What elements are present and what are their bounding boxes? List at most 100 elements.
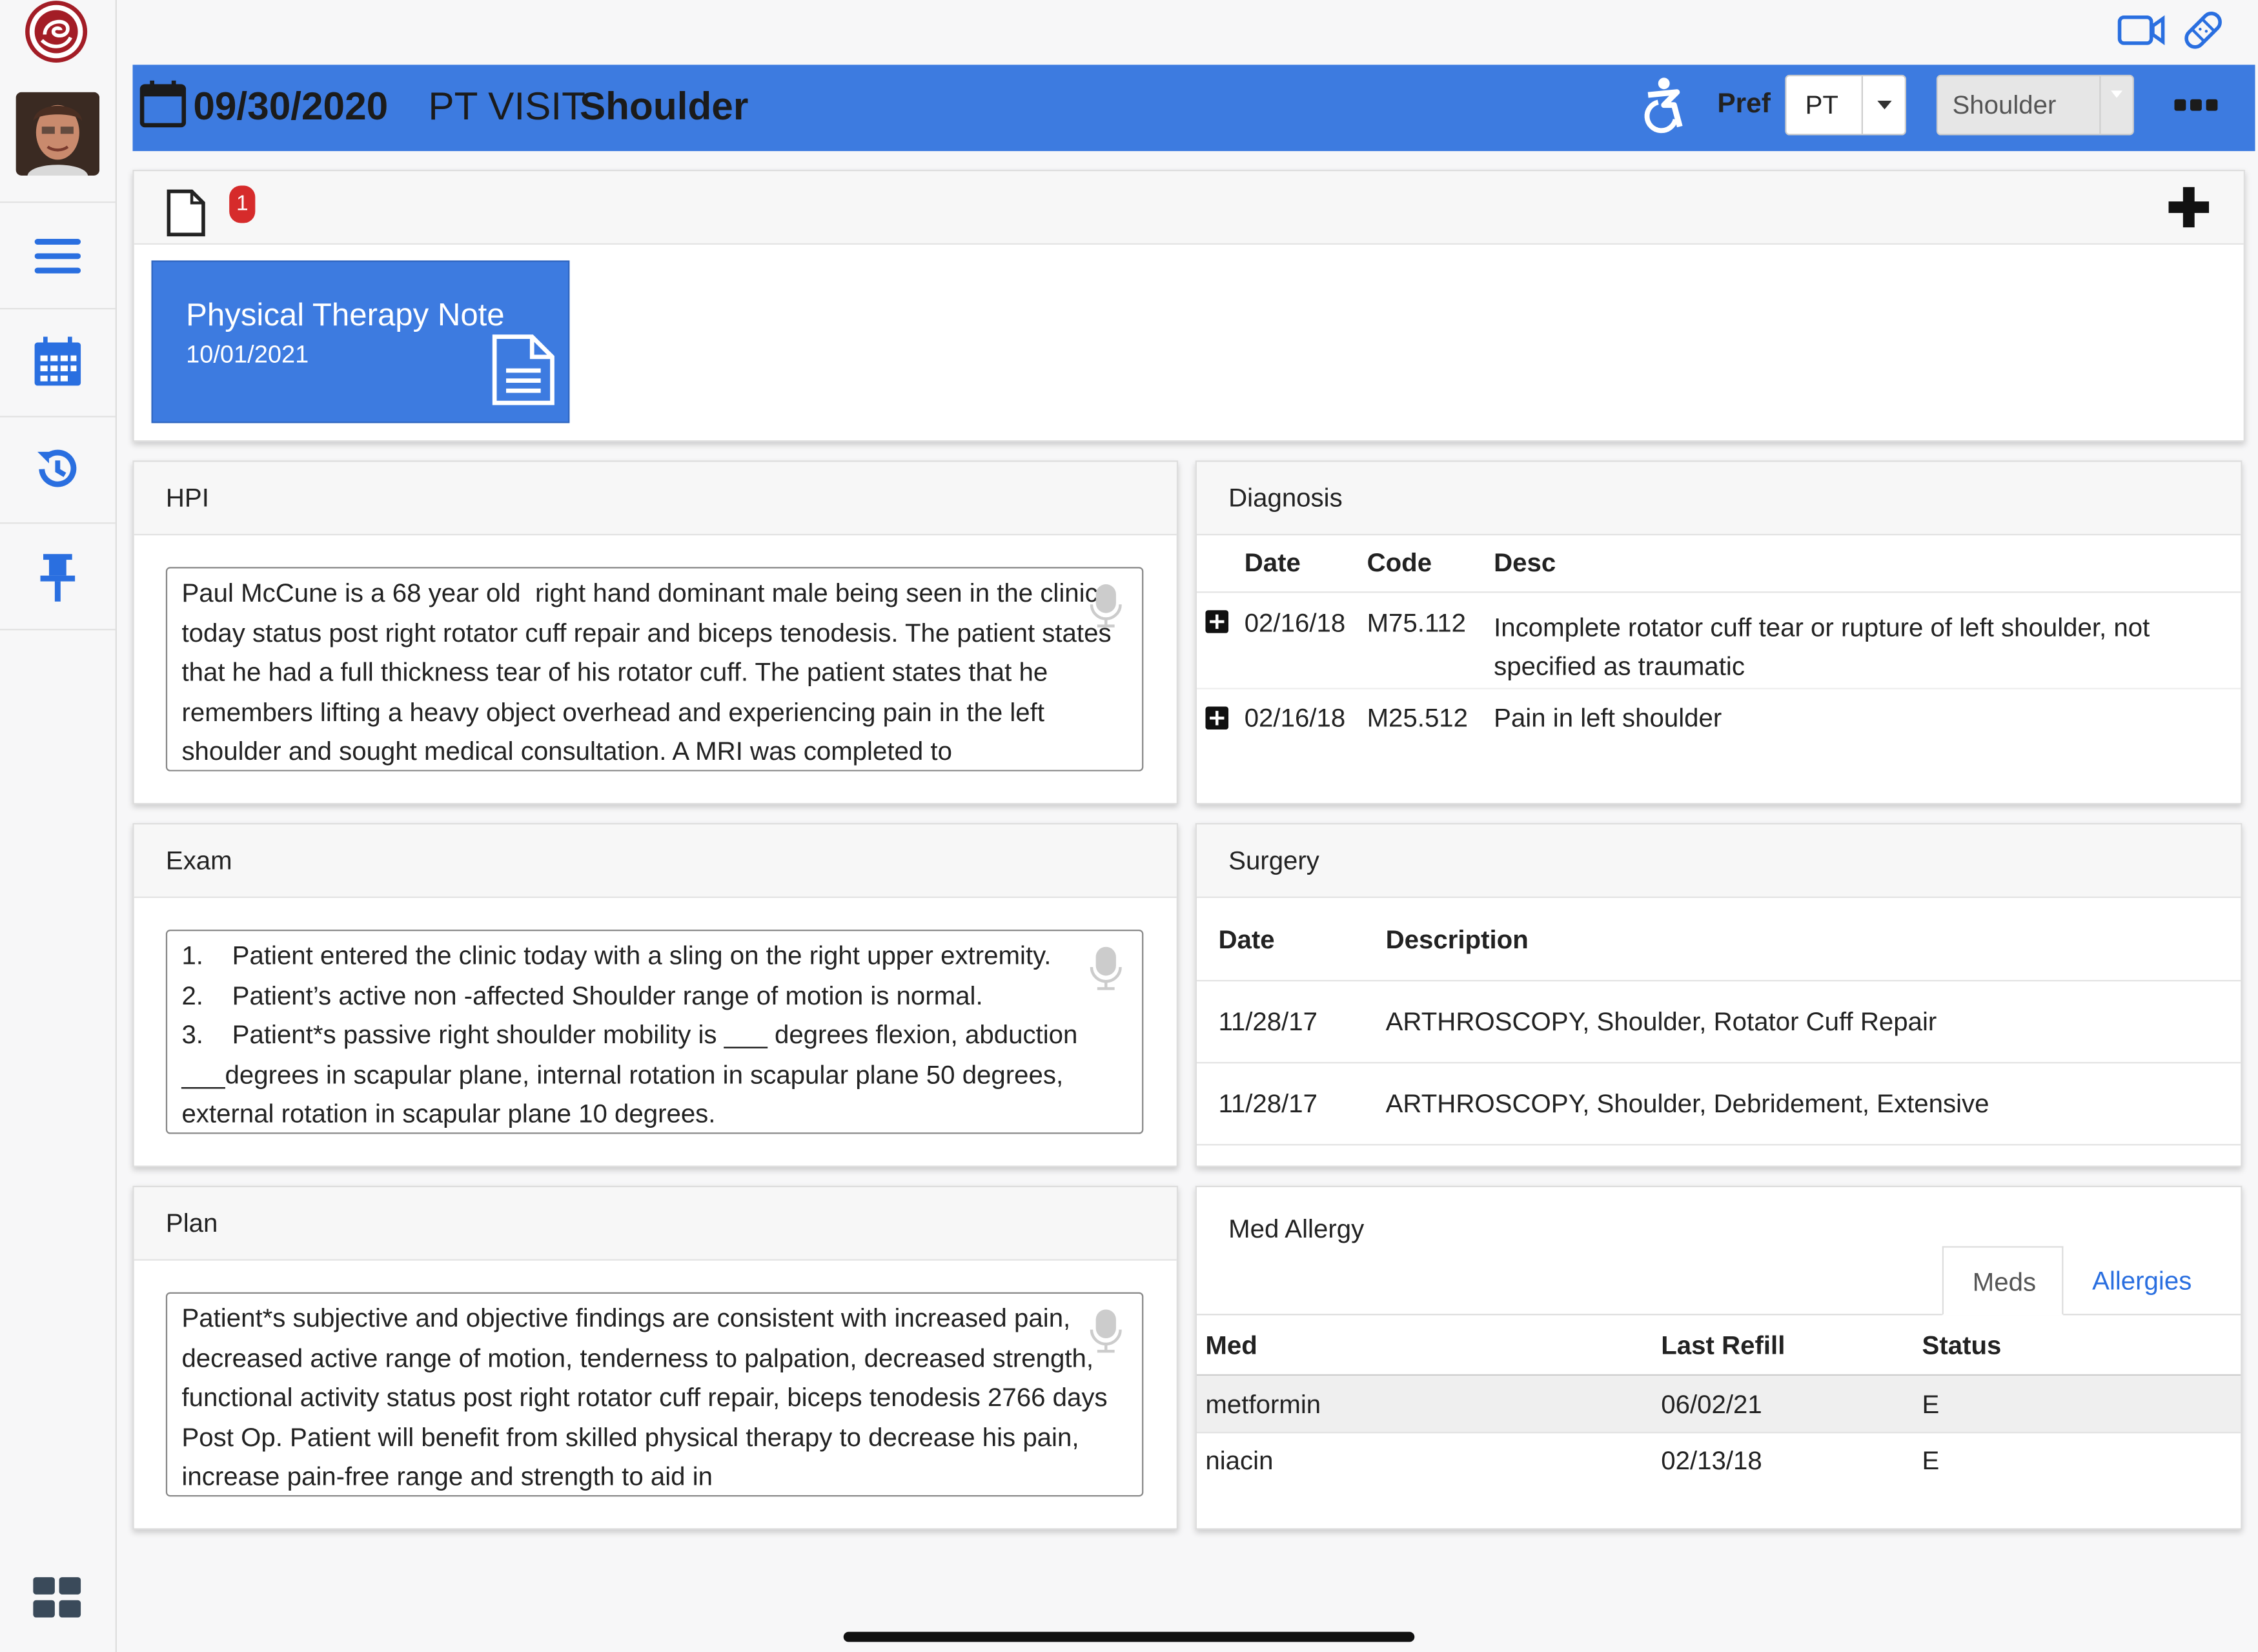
- tab-allergies[interactable]: Allergies: [2069, 1246, 2228, 1314]
- history-icon[interactable]: [29, 440, 86, 498]
- med-last-refill: 06/02/21: [1661, 1390, 1762, 1419]
- med-name: metformin: [1205, 1390, 1321, 1419]
- chevron-down-icon[interactable]: [2111, 90, 2123, 98]
- panel-header: Surgery: [1196, 824, 2241, 898]
- sidebar: [0, 0, 117, 1652]
- tab-meds[interactable]: Meds: [1942, 1246, 2064, 1316]
- pref-select-value: PT: [1805, 90, 1839, 120]
- note-card-title: Physical Therapy Note: [186, 296, 505, 332]
- menu-icon[interactable]: [29, 227, 86, 285]
- calendar-icon[interactable]: [29, 332, 86, 390]
- surgery-panel: Surgery Date Description 11/28/17 ARTHRO…: [1195, 823, 2243, 1167]
- column-header: Desc: [1494, 548, 1556, 577]
- med-allergy-panel: Med Allergy Meds Allergies Med Last Refi…: [1195, 1185, 2243, 1530]
- note-card-date: 10/01/2021: [186, 341, 309, 369]
- column-header: Date: [1244, 548, 1301, 577]
- add-icon[interactable]: [2167, 186, 2210, 236]
- visit-header: 09/30/2020 PT VISIT Shoulder Pref PT Sho…: [132, 65, 2255, 152]
- column-header: Code: [1367, 548, 1432, 577]
- panel-title: Surgery: [1228, 846, 1319, 875]
- panel-title: Plan: [165, 1208, 218, 1238]
- app-root: 09/30/2020 PT VISIT Shoulder Pref PT Sho…: [0, 0, 2258, 1652]
- table-row[interactable]: niacin 02/13/18 E: [1197, 1433, 2241, 1489]
- sidebar-divider: [0, 416, 116, 418]
- bandage-icon[interactable]: [2180, 8, 2229, 52]
- table-row[interactable]: 02/16/18 M25.512 Pain in left shoulder: [1197, 689, 2241, 747]
- column-header: Date: [1218, 925, 1275, 954]
- med-last-refill: 02/13/18: [1661, 1446, 1762, 1475]
- exam-text-area[interactable]: 1. Patient entered the clinic today with…: [165, 929, 1144, 1134]
- exam-panel: Exam 1. Patient entered the clinic today…: [132, 823, 1178, 1167]
- surgery-date: 11/28/17: [1218, 1089, 1318, 1119]
- plan-text-area[interactable]: Patient*s subjective and objective findi…: [165, 1292, 1144, 1497]
- avatar[interactable]: [15, 92, 100, 176]
- diagnosis-table-header: Date Code Desc: [1196, 534, 2241, 593]
- table-row[interactable]: 11/28/17 ARTHROSCOPY, Shoulder, Debridem…: [1196, 1063, 2241, 1146]
- column-header: Status: [1922, 1331, 2002, 1360]
- panel-header: Plan: [134, 1187, 1177, 1261]
- column-header: Last Refill: [1661, 1331, 1785, 1360]
- more-options-icon[interactable]: [2174, 94, 2218, 119]
- surgery-description: ARTHROSCOPY, Shoulder, Rotator Cuff Repa…: [1385, 1007, 1937, 1036]
- accessibility-icon[interactable]: [1640, 76, 1689, 141]
- sidebar-divider: [0, 522, 116, 524]
- table-row[interactable]: 02/16/18 M75.112 Incomplete rotator cuff…: [1196, 593, 2241, 689]
- pref-label: Pref: [1717, 89, 1771, 120]
- meds-table-header: Med Last Refill Status: [1196, 1315, 2241, 1376]
- visit-body-site: Shoulder: [579, 85, 749, 128]
- panel-title: Exam: [165, 846, 232, 875]
- notes-toolbar: 1: [134, 171, 2244, 245]
- pin-icon[interactable]: [29, 548, 86, 606]
- panel-header: Exam: [134, 824, 1177, 898]
- column-header: Description: [1385, 925, 1529, 954]
- diagnosis-code: M25.512: [1367, 704, 1469, 733]
- plan-text: Patient*s subjective and objective findi…: [181, 1303, 1115, 1491]
- new-document-icon[interactable]: 1: [166, 183, 267, 240]
- plan-panel: Plan Patient*s subjective and objective …: [132, 1185, 1178, 1530]
- column-header: Med: [1205, 1331, 1257, 1360]
- expand-plus-icon[interactable]: [1205, 706, 1229, 737]
- visit-type: PT VISIT: [428, 85, 585, 128]
- app-logo[interactable]: [25, 0, 88, 63]
- surgery-table-header: Date Description: [1196, 898, 2241, 982]
- exam-text: 1. Patient entered the clinic today with…: [181, 941, 1078, 1128]
- diagnosis-code: M75.112: [1367, 608, 1467, 638]
- panel-title: HPI: [165, 483, 209, 513]
- pref-select[interactable]: PT: [1785, 74, 1906, 136]
- notes-count-badge: 1: [229, 185, 256, 223]
- home-indicator[interactable]: [843, 1631, 1415, 1642]
- hpi-text-area[interactable]: Paul McCune is a 68 year old right hand …: [165, 567, 1144, 771]
- table-row[interactable]: 11/28/17 ARTHROSCOPY, Shoulder, Rotator …: [1196, 981, 2241, 1064]
- sidebar-divider: [0, 201, 116, 203]
- hpi-panel: HPI Paul McCune is a 68 year old right h…: [132, 460, 1178, 805]
- select-divider: [2099, 76, 2101, 134]
- diagnosis-date: 02/16/18: [1244, 704, 1346, 733]
- dashboard-grid-icon[interactable]: [29, 1570, 86, 1627]
- chevron-down-icon[interactable]: [1877, 101, 1892, 110]
- expand-plus-icon[interactable]: [1205, 610, 1229, 640]
- panel-header: HPI: [134, 462, 1177, 536]
- microphone-icon[interactable]: [1090, 583, 1122, 636]
- tab-label: Meds: [1972, 1267, 2037, 1297]
- microphone-icon[interactable]: [1090, 946, 1122, 999]
- visit-date: 09/30/2020: [193, 85, 389, 128]
- document-icon: [492, 334, 555, 413]
- body-site-select[interactable]: Shoulder: [1936, 74, 2134, 136]
- med-status: E: [1922, 1446, 1940, 1475]
- sidebar-divider: [0, 629, 116, 631]
- notes-panel: 1 Physical Therapy Note 10/01/2021: [132, 170, 2245, 442]
- sidebar-divider: [0, 308, 116, 310]
- calendar-icon: [139, 79, 187, 136]
- diagnosis-date: 02/16/18: [1244, 608, 1346, 638]
- video-call-icon[interactable]: [2117, 8, 2166, 52]
- med-name: niacin: [1205, 1446, 1274, 1475]
- diagnosis-panel: Diagnosis Date Code Desc 02/16/18 M75.11…: [1195, 460, 2243, 805]
- note-card[interactable]: Physical Therapy Note 10/01/2021: [151, 260, 570, 423]
- table-row[interactable]: metformin 06/02/21 E: [1196, 1376, 2241, 1434]
- select-divider: [1861, 76, 1863, 134]
- diagnosis-desc: Pain in left shoulder: [1494, 704, 1722, 733]
- microphone-icon[interactable]: [1090, 1308, 1122, 1361]
- surgery-description: ARTHROSCOPY, Shoulder, Debridement, Exte…: [1385, 1089, 1989, 1119]
- panel-title: Diagnosis: [1228, 483, 1343, 513]
- hpi-text: Paul McCune is a 68 year old right hand …: [181, 578, 1112, 766]
